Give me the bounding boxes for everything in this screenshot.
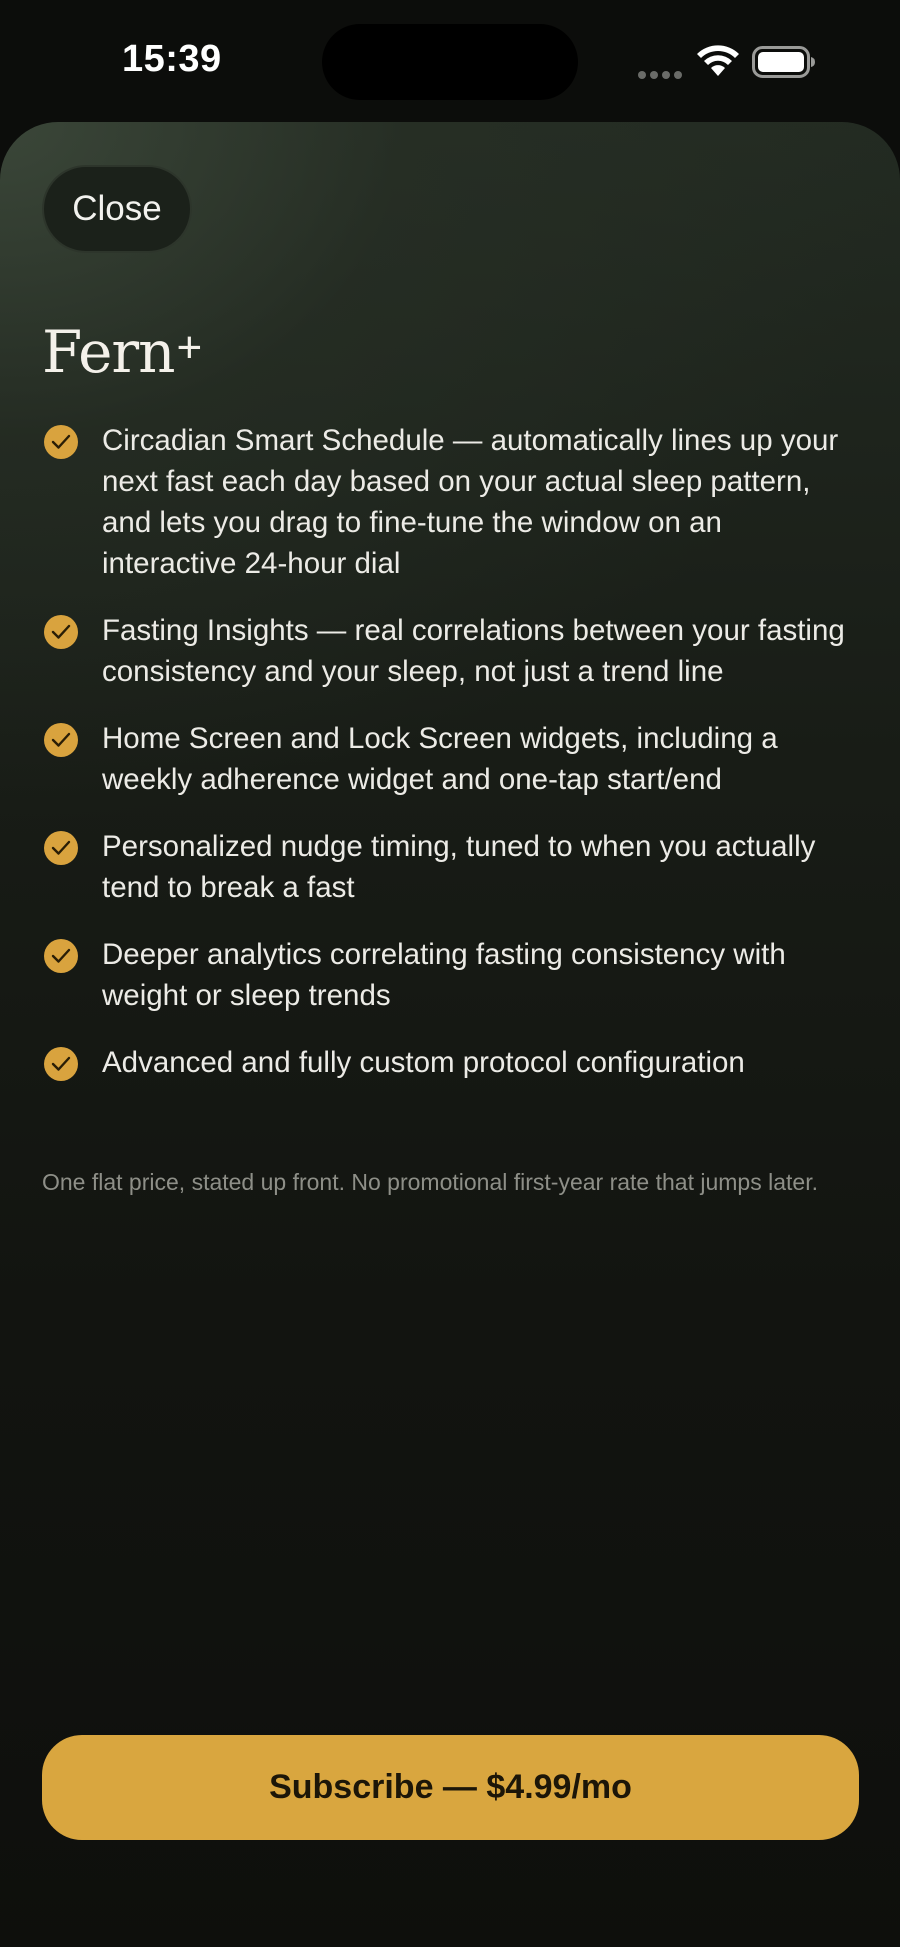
feature-item: Personalized nudge timing, tuned to when… — [42, 826, 862, 908]
checkmark-circle-icon — [44, 615, 78, 649]
title-plus: + — [176, 323, 202, 372]
paywall-screen: 15:39 Close Fern+ Circadian Smart Schedu… — [0, 0, 900, 1947]
subscribe-button[interactable]: Subscribe — $4.99/mo — [42, 1735, 859, 1840]
dynamic-island — [322, 24, 578, 100]
checkmark-circle-icon — [44, 1047, 78, 1081]
feature-list: Circadian Smart Schedule — automatically… — [42, 420, 862, 1109]
checkmark-circle-icon — [44, 939, 78, 973]
close-button[interactable]: Close — [42, 165, 192, 253]
battery-icon — [752, 46, 816, 78]
feature-text: Fasting Insights — real correlations bet… — [102, 614, 845, 688]
feature-text: Deeper analytics correlating fasting con… — [102, 938, 786, 1012]
feature-text: Advanced and fully custom protocol confi… — [102, 1046, 745, 1079]
checkmark-circle-icon — [44, 723, 78, 757]
checkmark-circle-icon — [44, 425, 78, 459]
feature-item: Advanced and fully custom protocol confi… — [42, 1042, 862, 1083]
feature-text: Home Screen and Lock Screen widgets, inc… — [102, 722, 778, 796]
checkmark-circle-icon — [44, 831, 78, 865]
feature-text: Circadian Smart Schedule — automatically… — [102, 424, 839, 580]
feature-item: Home Screen and Lock Screen widgets, inc… — [42, 718, 862, 800]
feature-item: Deeper analytics correlating fasting con… — [42, 934, 862, 1016]
title-text: Fern — [42, 318, 175, 386]
feature-item: Fasting Insights — real correlations bet… — [42, 610, 862, 692]
page-title: Fern+ — [42, 318, 202, 386]
feature-text: Personalized nudge timing, tuned to when… — [102, 830, 816, 904]
status-time: 15:39 — [122, 38, 222, 80]
pricing-note: One flat price, stated up front. No prom… — [42, 1169, 818, 1195]
signal-icon — [638, 66, 686, 79]
wifi-icon — [696, 44, 740, 78]
feature-item: Circadian Smart Schedule — automatically… — [42, 420, 862, 584]
